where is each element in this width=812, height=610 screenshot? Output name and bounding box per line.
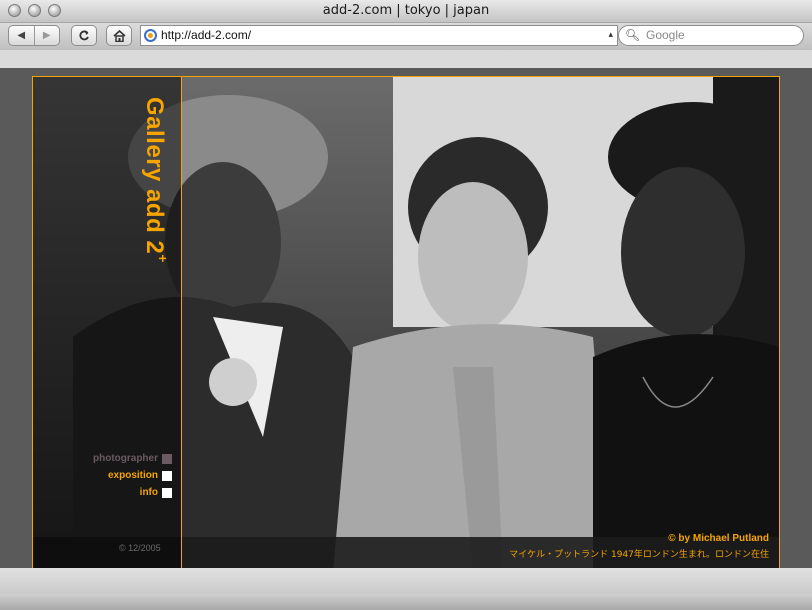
search-placeholder: Google [646, 28, 685, 42]
reload-icon [79, 30, 89, 40]
window-bottom-edge [0, 594, 812, 610]
menu-square-icon [162, 470, 172, 481]
search-field[interactable]: 🔍︎ Google [618, 25, 804, 46]
bookmarks-bar [0, 50, 812, 68]
menu-square-icon [162, 453, 172, 464]
url-text: http://add-2.com/ [161, 28, 252, 42]
site-favicon-icon [144, 29, 157, 42]
window-title: add-2.com | tokyo | japan [322, 3, 490, 18]
photo-credit: © by Michael Putland [668, 533, 769, 544]
reload-button[interactable] [71, 25, 97, 46]
gallery-logo[interactable]: Gallery add 2+ [140, 97, 171, 263]
menu-item-label: info [139, 487, 158, 498]
browser-toolbar: ◀ ▶ http://add-2.com/ ▴ 🔍︎ Google [0, 23, 812, 50]
gallery-sidebar: Gallery add 2+ photographer exposition i… [33, 77, 182, 572]
back-arrow-icon: ◀ [17, 30, 26, 41]
back-button[interactable]: ◀ [9, 26, 34, 45]
status-bar [0, 568, 812, 610]
page-content: Gallery add 2+ photographer exposition i… [0, 68, 812, 573]
logo-plus: + [155, 254, 171, 263]
menu-square-icon [162, 487, 172, 498]
address-bar[interactable]: http://add-2.com/ ▴ [140, 25, 618, 46]
photographer-bio: マイケル・プットランド 1947年ロンドン生まれ。ロンドン在住 [509, 550, 769, 560]
home-icon [112, 29, 126, 42]
address-dropdown-icon[interactable]: ▴ [608, 29, 613, 40]
forward-arrow-icon: ▶ [42, 30, 51, 41]
menu-item-label: photographer [93, 453, 158, 464]
menu-item-label: exposition [107, 470, 158, 481]
window-titlebar: add-2.com | tokyo | japan [0, 0, 812, 23]
search-icon: 🔍︎ [625, 28, 641, 42]
nav-buttons: ◀ ▶ [8, 25, 60, 46]
home-button[interactable] [106, 25, 132, 46]
menu-item-exposition[interactable]: exposition [108, 470, 172, 481]
copyright-date: © 12/2005 [119, 543, 161, 553]
menu-item-info[interactable]: info [140, 487, 172, 498]
gallery-frame: Gallery add 2+ photographer exposition i… [32, 76, 780, 573]
menu-item-photographer[interactable]: photographer [93, 453, 172, 464]
forward-button[interactable]: ▶ [33, 26, 60, 45]
